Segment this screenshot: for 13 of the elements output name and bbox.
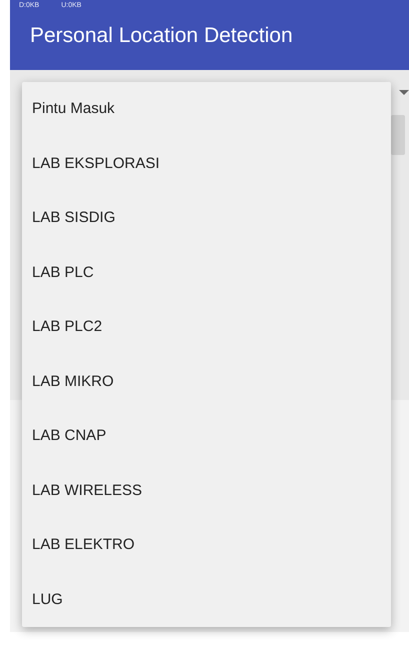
scrollbar-thumb	[391, 115, 405, 155]
dropdown-item[interactable]: Pintu Masuk	[22, 82, 391, 136]
dropdown-item[interactable]: LAB PLC	[22, 246, 391, 300]
dropdown-item[interactable]: LAB ELEKTRO	[22, 518, 391, 572]
dropdown-item[interactable]: LAB WIRELESS	[22, 464, 391, 518]
dropdown-item[interactable]: LAB SISDIG	[22, 191, 391, 246]
app-title: Personal Location Detection	[29, 24, 294, 48]
dropdown-arrow-icon[interactable]	[399, 90, 409, 95]
dropdown-item[interactable]: LUG	[22, 572, 391, 627]
dropdown-item[interactable]: LAB MIKRO	[22, 354, 391, 409]
dropdown-item[interactable]: LAB PLC2	[22, 300, 391, 354]
dropdown-item[interactable]: LAB EKSPLORASI	[22, 136, 391, 191]
dropdown-item[interactable]: LAB CNAP	[22, 409, 391, 464]
